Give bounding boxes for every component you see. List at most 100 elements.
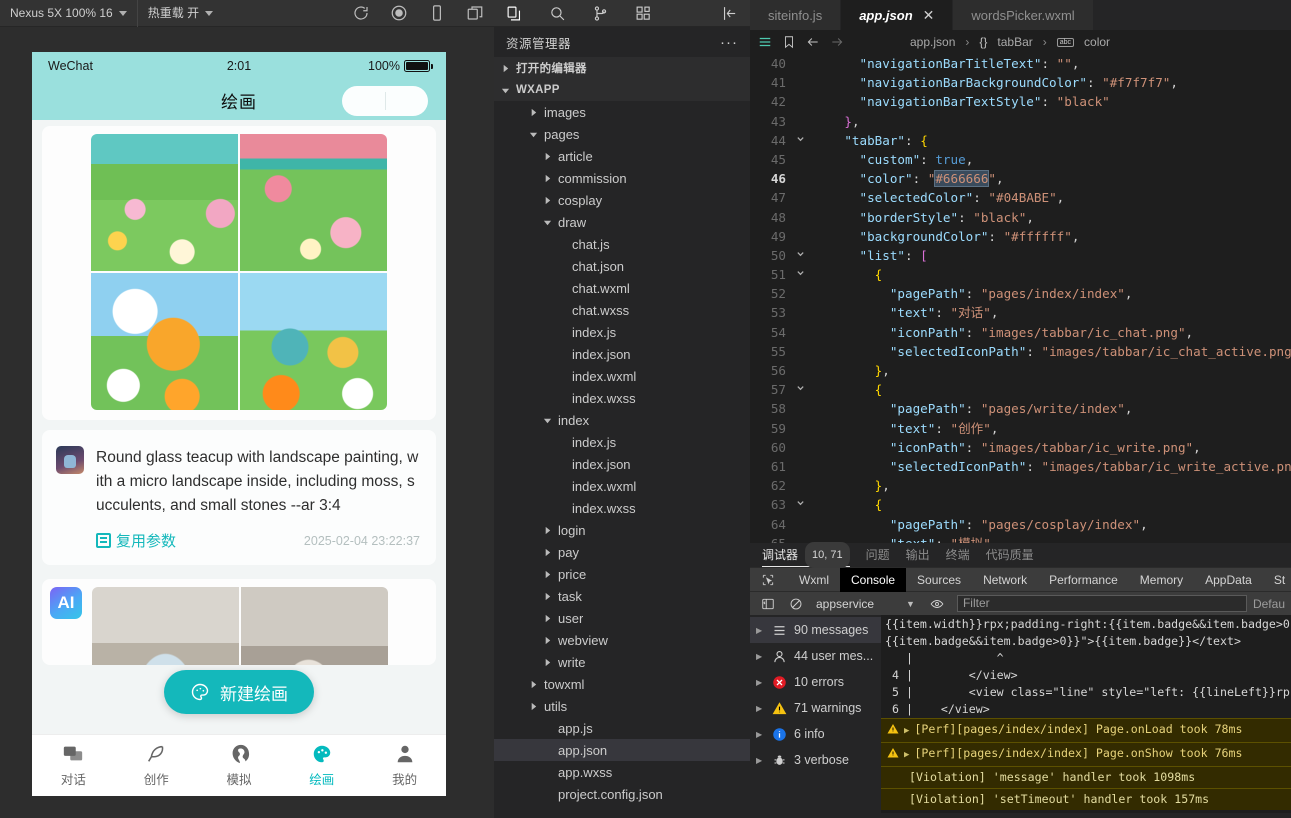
- fold-chevron-icon[interactable]: [792, 131, 808, 150]
- code-editor[interactable]: 40 "navigationBarTitleText": "", 41 "navi…: [750, 54, 1291, 543]
- generated-image[interactable]: [240, 134, 387, 271]
- chevron-down-icon[interactable]: [526, 130, 540, 139]
- explorer-tree-item[interactable]: article: [494, 145, 750, 167]
- explorer-section[interactable]: WXAPP: [494, 79, 750, 101]
- breadcrumb-prop[interactable]: color: [1084, 35, 1110, 49]
- record-icon[interactable]: [390, 4, 408, 22]
- console-count-row[interactable]: ▶ 71 warnings: [750, 695, 881, 721]
- explorer-more-icon[interactable]: ···: [720, 34, 738, 51]
- explorer-tree-item[interactable]: app.js: [494, 717, 750, 739]
- explorer-tree-item[interactable]: chat.wxml: [494, 277, 750, 299]
- wechat-capsule-button[interactable]: [342, 86, 428, 116]
- chevron-right-icon[interactable]: ▶: [756, 626, 765, 635]
- explorer-tree-item[interactable]: index.wxml: [494, 475, 750, 497]
- code-line[interactable]: 50 "list": [: [750, 246, 1291, 265]
- chevron-right-icon[interactable]: ▶: [756, 652, 765, 661]
- tabbar-item-write[interactable]: 创作: [115, 743, 198, 788]
- extensions-icon[interactable]: [635, 5, 652, 22]
- explorer-tree-item[interactable]: chat.wxss: [494, 299, 750, 321]
- chevron-right-icon[interactable]: [540, 152, 554, 161]
- explorer-tree-item[interactable]: app.wxss: [494, 761, 750, 783]
- debug-panel-tab[interactable]: 调试器 10, 71: [762, 542, 850, 568]
- device-icon[interactable]: [428, 4, 446, 22]
- chevron-down-icon[interactable]: [540, 218, 554, 227]
- devtools-tab[interactable]: St: [1263, 568, 1291, 592]
- devtools-tab[interactable]: Network: [972, 568, 1038, 592]
- explorer-tree-item[interactable]: images: [494, 101, 750, 123]
- explorer-tree-item[interactable]: index.wxss: [494, 497, 750, 519]
- explorer-tree-item[interactable]: index.js: [494, 321, 750, 343]
- generated-image[interactable]: [91, 273, 238, 410]
- devtools-tab[interactable]: Sources: [906, 568, 972, 592]
- explorer-tree-item[interactable]: webview: [494, 629, 750, 651]
- sidebar-toggle-icon[interactable]: [754, 597, 782, 611]
- explorer-tree-item[interactable]: index.wxss: [494, 387, 750, 409]
- code-line[interactable]: 42 "navigationBarTextStyle": "black": [750, 92, 1291, 111]
- tabbar-item-cosplay[interactable]: 模拟: [198, 743, 281, 788]
- chevron-right-icon[interactable]: ▶: [756, 730, 765, 739]
- devtools-tab[interactable]: AppData: [1194, 568, 1263, 592]
- generated-image[interactable]: [92, 587, 239, 665]
- chevron-right-icon[interactable]: [540, 174, 554, 183]
- tabbar-item-mine[interactable]: 我的: [363, 743, 446, 788]
- fold-chevron-icon[interactable]: [792, 246, 808, 265]
- bookmark-icon[interactable]: [782, 35, 796, 49]
- fold-chevron-icon[interactable]: [792, 265, 808, 284]
- outline-icon[interactable]: [758, 35, 772, 49]
- code-line[interactable]: 45 "custom": true,: [750, 150, 1291, 169]
- chevron-right-icon[interactable]: [498, 64, 512, 73]
- code-line[interactable]: 47 "selectedColor": "#04BABE",: [750, 188, 1291, 207]
- fold-chevron-icon[interactable]: [792, 495, 808, 514]
- code-line[interactable]: 49 "backgroundColor": "#ffffff",: [750, 227, 1291, 246]
- explorer-tree-item[interactable]: chat.js: [494, 233, 750, 255]
- code-line[interactable]: 55 "selectedIconPath": "images/tabbar/ic…: [750, 342, 1291, 361]
- console-count-row[interactable]: ▶ 6 info: [750, 721, 881, 747]
- chevron-right-icon[interactable]: [540, 592, 554, 601]
- code-line[interactable]: 56 },: [750, 361, 1291, 380]
- explorer-tree-item[interactable]: task: [494, 585, 750, 607]
- explorer-tree-item[interactable]: price: [494, 563, 750, 585]
- code-line[interactable]: 63 {: [750, 495, 1291, 514]
- prompt-card[interactable]: Round glass teacup with landscape painti…: [42, 430, 436, 565]
- devtools-tab[interactable]: Console: [840, 567, 907, 592]
- eye-icon[interactable]: [923, 597, 951, 611]
- editor-tab[interactable]: wordsPicker.wxml: [953, 0, 1094, 30]
- breadcrumb-file[interactable]: app.json: [910, 35, 955, 49]
- debug-panel-tab[interactable]: 问题: [866, 543, 890, 567]
- close-icon[interactable]: ✕: [923, 7, 935, 24]
- code-line[interactable]: 60 "iconPath": "images/tabbar/ic_write.p…: [750, 438, 1291, 457]
- chevron-right-icon[interactable]: [540, 526, 554, 535]
- chevron-right-icon[interactable]: [540, 548, 554, 557]
- console-count-row[interactable]: ▶ 10 errors: [750, 669, 881, 695]
- code-line[interactable]: 53 "text": "对话",: [750, 303, 1291, 322]
- console-log-row[interactable]: ▶ [Perf][pages/index/index] Page.onLoad t…: [881, 718, 1291, 742]
- debug-panel-tab[interactable]: 终端: [946, 543, 970, 567]
- files-icon[interactable]: [506, 5, 523, 22]
- chevron-right-icon[interactable]: [526, 702, 540, 711]
- explorer-tree-item[interactable]: app.json: [494, 739, 750, 761]
- windows-icon[interactable]: [466, 4, 484, 22]
- expand-arrow-icon[interactable]: ▶: [904, 747, 909, 764]
- console-count-row[interactable]: ▶ 44 user mes...: [750, 643, 881, 669]
- breadcrumb-node[interactable]: tabBar: [997, 35, 1032, 49]
- code-line[interactable]: 57 {: [750, 380, 1291, 399]
- chevron-right-icon[interactable]: [526, 680, 540, 689]
- code-line[interactable]: 48 "borderStyle": "black",: [750, 208, 1291, 227]
- explorer-tree-item[interactable]: towxml: [494, 673, 750, 695]
- code-line[interactable]: 51 {: [750, 265, 1291, 284]
- debug-panel-tab[interactable]: 输出: [906, 543, 930, 567]
- console-context-select[interactable]: appservice: [810, 597, 880, 611]
- generated-image[interactable]: [91, 134, 238, 271]
- chevron-right-icon[interactable]: [540, 196, 554, 205]
- explorer-tree-item[interactable]: pages: [494, 123, 750, 145]
- code-line[interactable]: 44 "tabBar": {: [750, 131, 1291, 150]
- code-line[interactable]: 41 "navigationBarBackgroundColor": "#f7f…: [750, 73, 1291, 92]
- explorer-tree-item[interactable]: index.js: [494, 431, 750, 453]
- fold-chevron-icon[interactable]: [792, 380, 808, 399]
- explorer-section[interactable]: 打开的编辑器: [494, 57, 750, 79]
- code-line[interactable]: 46 "color": "#666666",: [750, 169, 1291, 188]
- chevron-down-icon[interactable]: ▼: [880, 599, 923, 609]
- explorer-tree-item[interactable]: index.json: [494, 343, 750, 365]
- second-result-card[interactable]: AI: [42, 579, 436, 665]
- reuse-params-button[interactable]: 复用参数: [96, 530, 176, 551]
